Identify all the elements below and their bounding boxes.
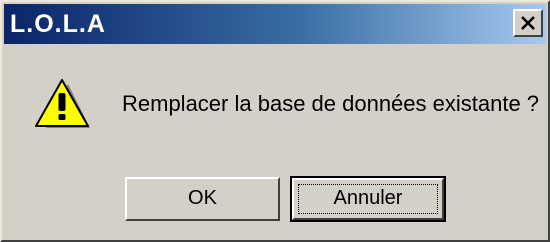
dialog-message: Remplacer la base de données existante ? <box>122 91 540 116</box>
cancel-button-label: Annuler <box>298 184 438 214</box>
warning-icon <box>35 79 90 128</box>
dialog-window: L.O.L.A Remplacer la base de données exi… <box>0 0 550 242</box>
cancel-button[interactable]: Annuler <box>290 176 446 222</box>
close-icon <box>521 16 535 30</box>
window-title: L.O.L.A <box>10 10 106 38</box>
title-bar[interactable]: L.O.L.A <box>4 4 546 44</box>
ok-button[interactable]: OK <box>125 177 280 221</box>
close-button[interactable] <box>513 9 543 37</box>
